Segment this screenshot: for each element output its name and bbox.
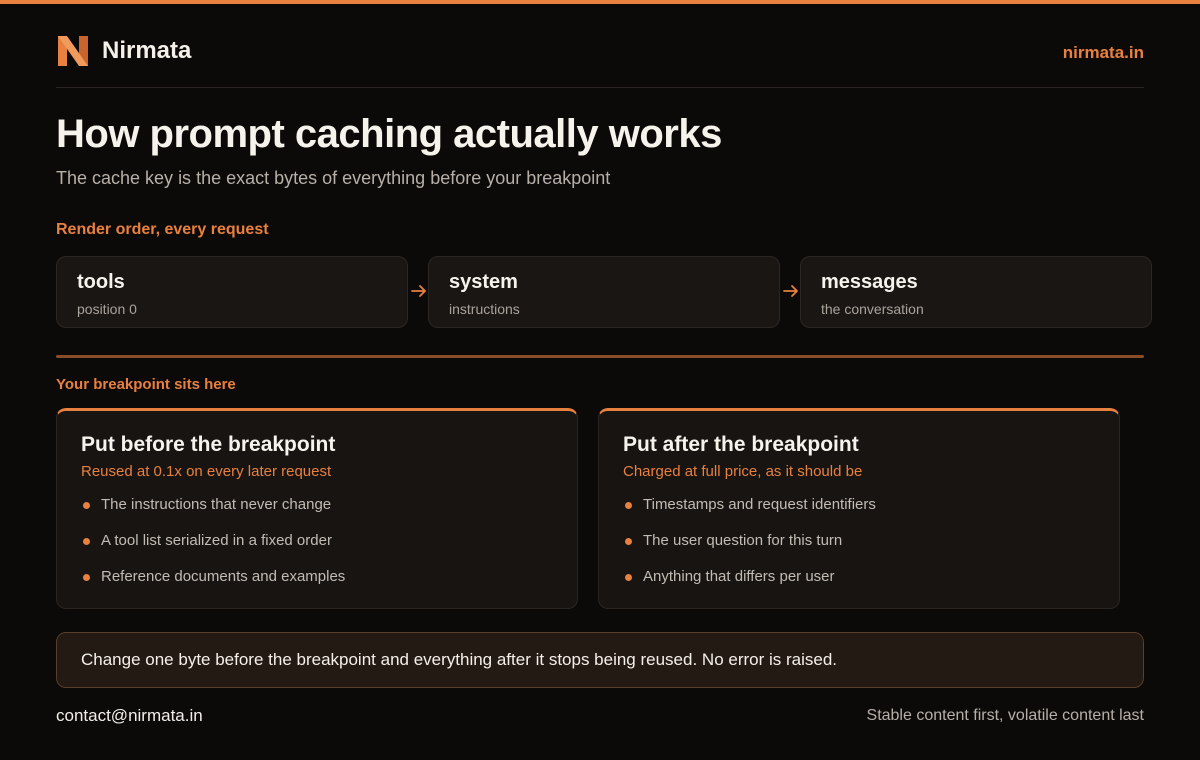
order-card-name: messages	[821, 271, 918, 293]
order-card-desc: position 0	[77, 301, 137, 317]
order-card-tools: tools position 0	[56, 256, 408, 328]
panel-title: Put before the breakpoint	[81, 433, 336, 456]
bullet-icon	[625, 574, 632, 581]
contact-email[interactable]: contact@nirmata.in	[56, 706, 203, 726]
after-breakpoint-panel: Put after the breakpoint Charged at full…	[598, 408, 1120, 609]
list-item: The instructions that never change	[81, 494, 553, 530]
bullet-icon	[83, 574, 90, 581]
warning-callout: Change one byte before the breakpoint an…	[56, 632, 1144, 688]
bullet-icon	[83, 538, 90, 545]
bullet-icon	[83, 502, 90, 509]
render-order-label: Render order, every request	[56, 221, 269, 238]
list-item: The user question for this turn	[623, 530, 1095, 566]
panel-subtitle: Reused at 0.1x on every later request	[81, 463, 332, 480]
order-card-desc: the conversation	[821, 301, 924, 317]
nirmata-n-logo	[58, 36, 88, 66]
arrow-right-icon	[411, 285, 426, 297]
list-item: Anything that differs per user	[623, 566, 1095, 602]
footer-tagline: Stable content first, volatile content l…	[866, 707, 1144, 724]
list-item: Timestamps and request identifiers	[623, 494, 1095, 530]
breakpoint-label: Your breakpoint sits here	[56, 376, 236, 393]
arrow-right-icon	[783, 285, 798, 297]
bullet-icon	[625, 502, 632, 509]
panel-list: Timestamps and request identifiers The u…	[623, 494, 1095, 602]
list-item-text: Anything that differs per user	[643, 568, 835, 585]
order-card-name: system	[449, 271, 518, 293]
order-card-system: system instructions	[428, 256, 780, 328]
page-title: How prompt caching actually works	[56, 112, 722, 156]
list-item: Reference documents and examples	[81, 566, 553, 602]
panel-title: Put after the breakpoint	[623, 433, 859, 456]
list-item-text: Timestamps and request identifiers	[643, 496, 876, 513]
breakpoint-divider	[56, 355, 1144, 358]
list-item-text: The instructions that never change	[101, 496, 332, 513]
top-accent-bar	[0, 0, 1200, 4]
brand-name: Nirmata	[102, 37, 192, 64]
bullet-icon	[625, 538, 632, 545]
before-breakpoint-panel: Put before the breakpoint Reused at 0.1x…	[56, 408, 578, 609]
order-card-desc: instructions	[449, 301, 520, 317]
list-item-text: The user question for this turn	[643, 532, 843, 549]
header: Nirmata nirmata.in	[56, 34, 1144, 88]
order-card-name: tools	[77, 271, 125, 293]
list-item: A tool list serialized in a fixed order	[81, 530, 553, 566]
panel-list: The instructions that never change A too…	[81, 494, 553, 602]
site-link[interactable]: nirmata.in	[1063, 43, 1144, 63]
panel-subtitle: Charged at full price, as it should be	[623, 463, 863, 480]
list-item-text: A tool list serialized in a fixed order	[101, 532, 332, 549]
order-card-messages: messages the conversation	[800, 256, 1152, 328]
list-item-text: Reference documents and examples	[101, 568, 346, 585]
page-subtitle: The cache key is the exact bytes of ever…	[56, 168, 611, 188]
